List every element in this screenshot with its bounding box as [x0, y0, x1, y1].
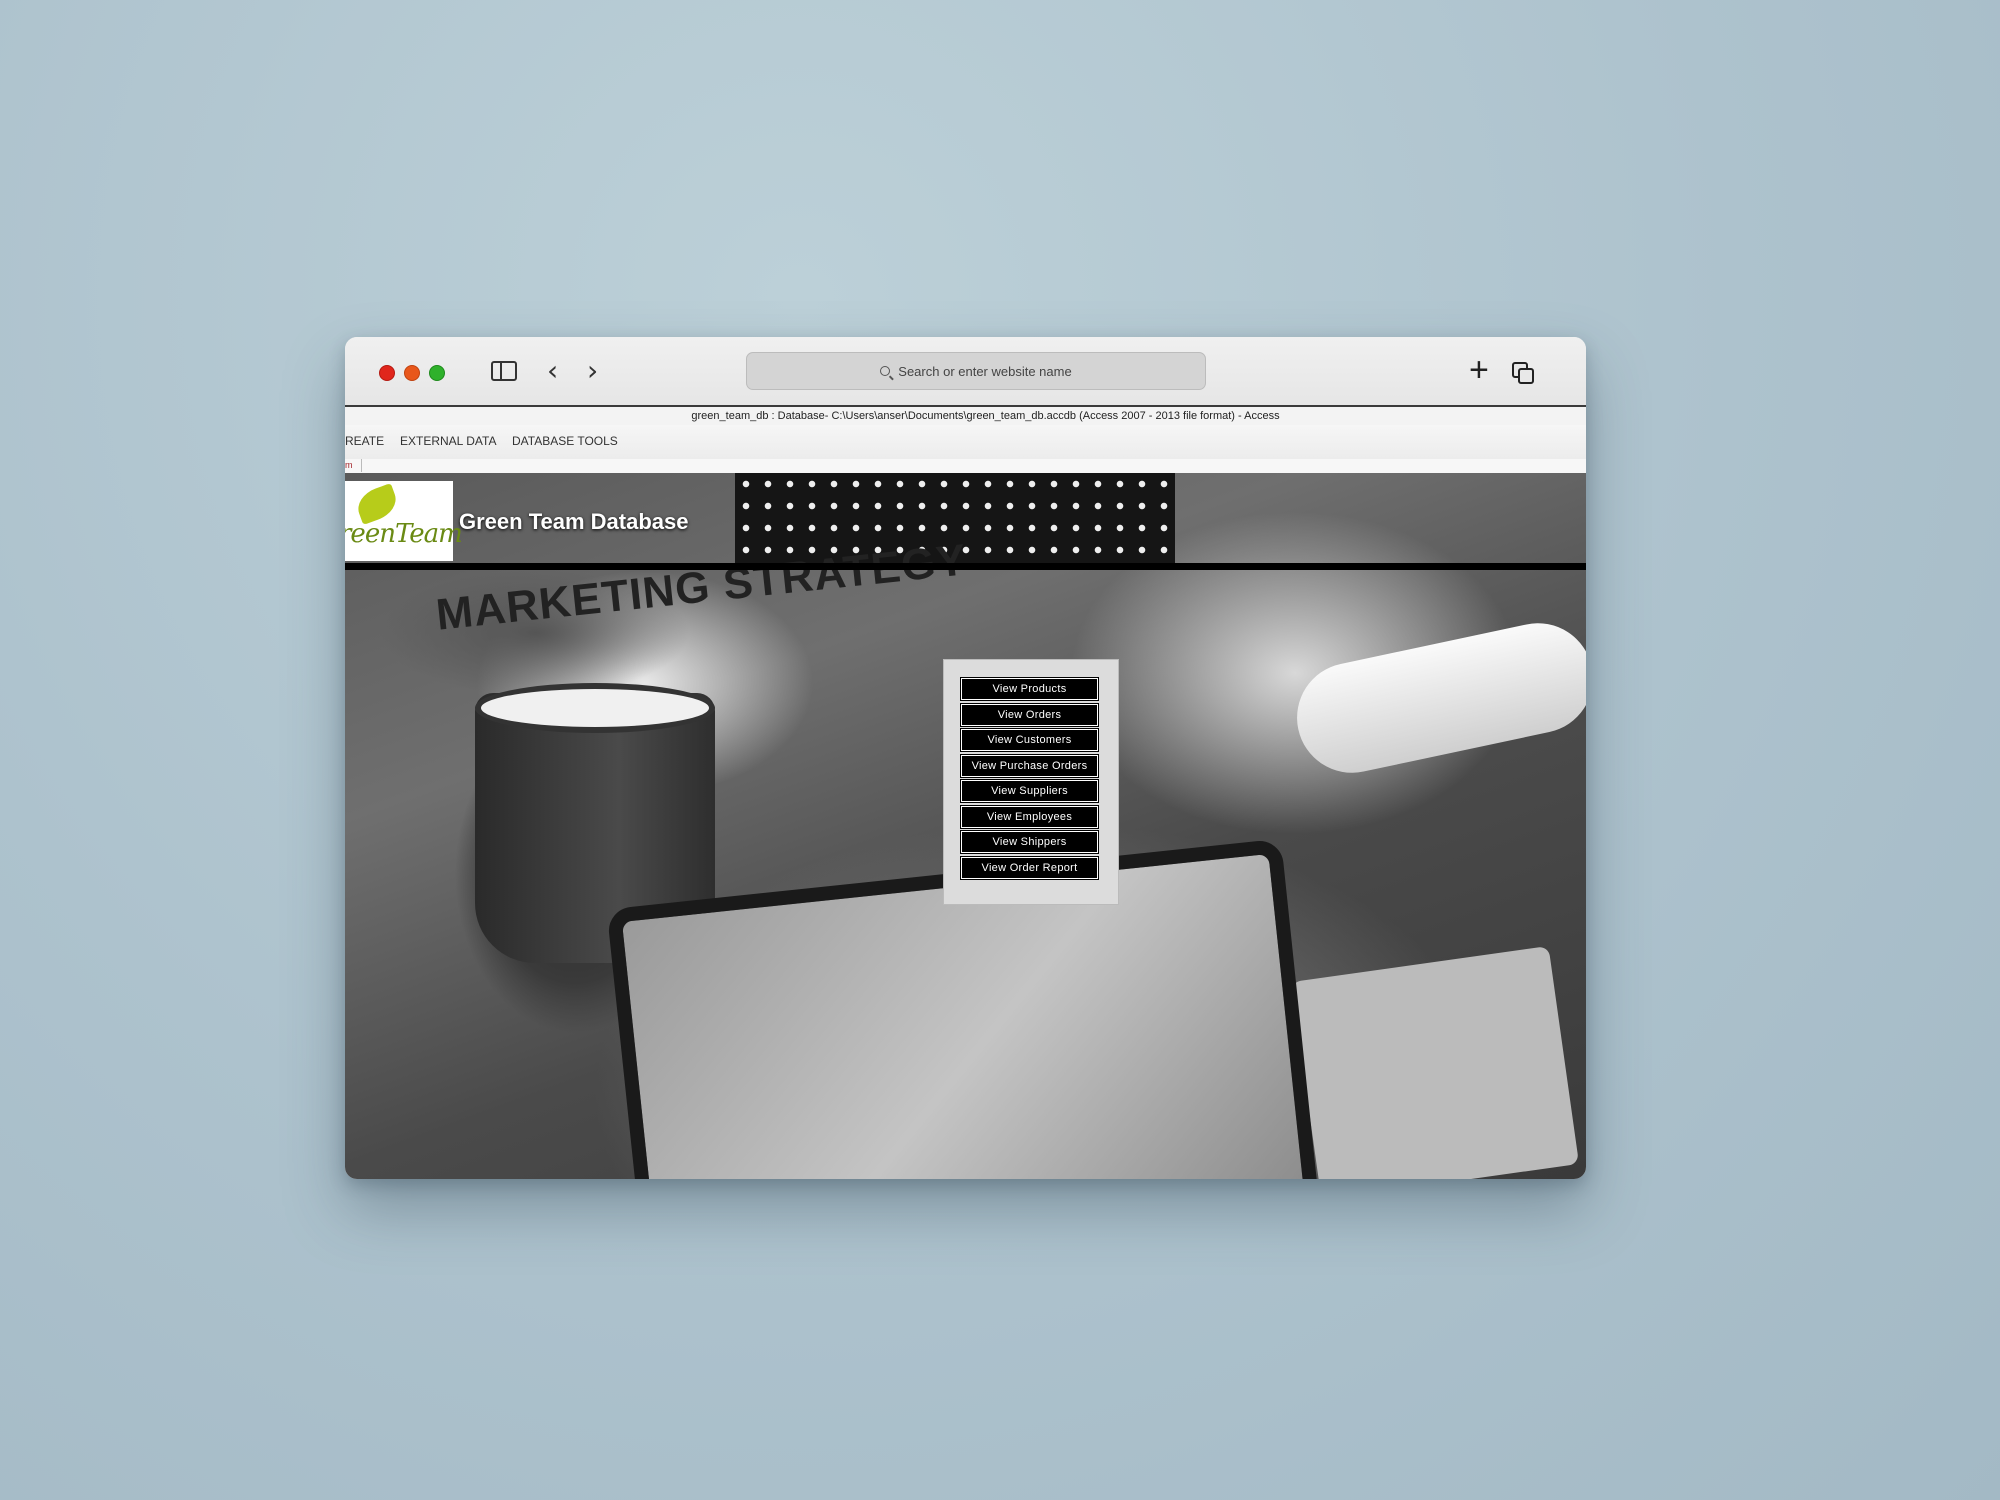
- forward-arrow-icon[interactable]: ›: [587, 357, 598, 385]
- header-divider: [345, 563, 1586, 570]
- view-purchase-orders-button[interactable]: View Purchase Orders: [960, 754, 1099, 778]
- form-title: Green Team Database: [459, 509, 689, 534]
- background-photo-calculator: [1290, 945, 1580, 1179]
- sidebar-toggle-icon[interactable]: [491, 361, 517, 381]
- view-customers-button[interactable]: View Customers: [960, 728, 1099, 752]
- green-team-logo: reenTeam: [345, 481, 463, 561]
- search-icon: [880, 366, 891, 376]
- navigation-menu-panel: View Products View Orders View Customers…: [943, 659, 1119, 905]
- view-shippers-button[interactable]: View Shippers: [960, 830, 1099, 854]
- document-tab[interactable]: m: [345, 459, 362, 472]
- address-placeholder: Search or enter website name: [898, 363, 1072, 379]
- tab-overview-icon[interactable]: [1512, 362, 1536, 386]
- ribbon-tab-create[interactable]: REATE: [345, 434, 384, 448]
- zoom-window-button[interactable]: [429, 365, 445, 381]
- new-tab-plus-icon[interactable]: +: [1469, 353, 1489, 387]
- browser-toolbar: ‹ › Search or enter website name +: [345, 337, 1586, 407]
- address-bar[interactable]: Search or enter website name: [746, 352, 1206, 390]
- minimize-window-button[interactable]: [404, 365, 420, 381]
- browser-window: ‹ › Search or enter website name + green…: [345, 337, 1586, 1179]
- ribbon-tab-database-tools[interactable]: DATABASE TOOLS: [512, 434, 618, 448]
- access-ribbon: REATE EXTERNAL DATA DATABASE TOOLS: [345, 425, 1586, 459]
- background-photo-mug-rim: [475, 683, 715, 733]
- view-orders-button[interactable]: View Orders: [960, 703, 1099, 727]
- back-arrow-icon[interactable]: ‹: [547, 357, 558, 385]
- view-products-button[interactable]: View Products: [960, 677, 1099, 701]
- background-photo-detail: [1286, 613, 1586, 783]
- access-window-title: green_team_db : Database- C:\Users\anser…: [345, 407, 1586, 425]
- document-tab-bar: m: [345, 459, 1586, 474]
- view-suppliers-button[interactable]: View Suppliers: [960, 779, 1099, 803]
- ribbon-tab-external-data[interactable]: EXTERNAL DATA: [400, 434, 496, 448]
- close-window-button[interactable]: [379, 365, 395, 381]
- view-order-report-button[interactable]: View Order Report: [960, 856, 1099, 880]
- view-employees-button[interactable]: View Employees: [960, 805, 1099, 829]
- logo-text: reenTeam: [345, 519, 463, 549]
- background-photo-text: MARKETING STRATEGY: [433, 535, 970, 640]
- form-canvas: MARKETING STRATEGY reenTeam Green Team D…: [345, 473, 1586, 1179]
